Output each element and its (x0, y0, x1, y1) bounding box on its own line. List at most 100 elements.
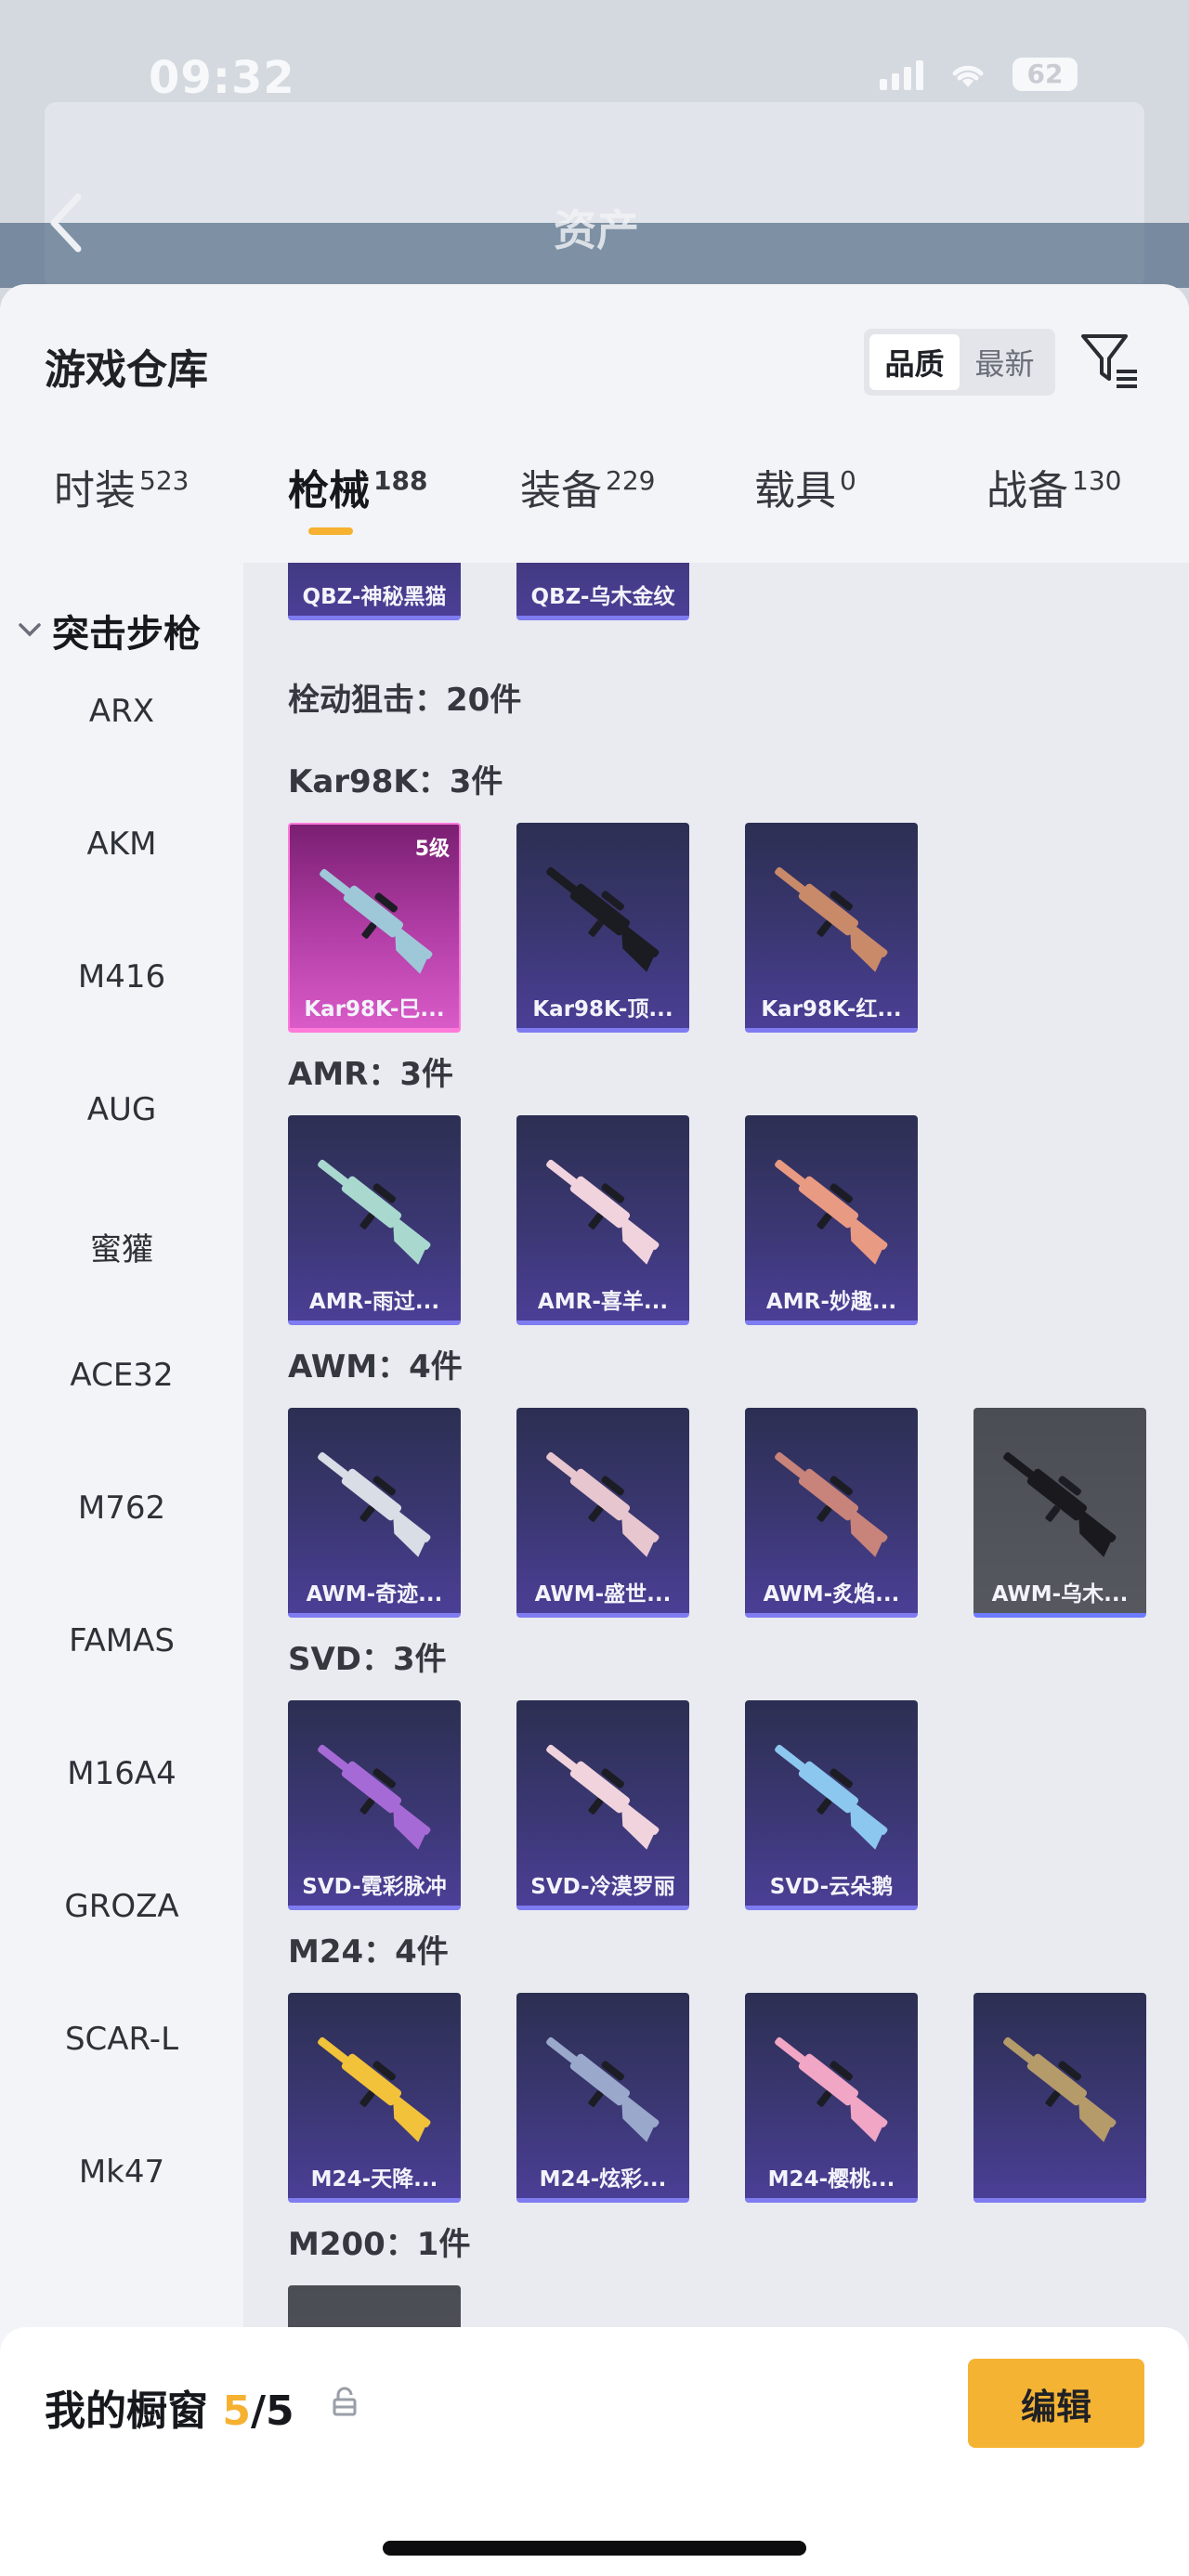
weapon-name: M24-樱桃... (767, 2167, 895, 2192)
sidebar-item[interactable]: M16A4 (0, 1755, 243, 1792)
sidebar-item[interactable]: GROZA (0, 1888, 243, 1925)
back-icon[interactable] (41, 189, 89, 256)
weapon-card[interactable]: Kar98K-顶... (516, 823, 689, 1033)
sort-option-newest[interactable]: 最新 (960, 334, 1050, 390)
rifle-icon (308, 563, 444, 568)
warehouse-sheet: 游戏仓库 品质 最新 时装 523 枪械 188 装备 229 载具 0 战备 130 突… (0, 284, 1189, 2576)
tab-guns[interactable]: 枪械 188 (288, 457, 427, 550)
weapon-card[interactable]: 5级 Kar98K-巳... (288, 823, 461, 1033)
level-badge: 5级 (414, 838, 450, 861)
status-time: 09:32 (149, 52, 295, 104)
rifle-icon (318, 1451, 431, 1557)
showcase-current-count: 5 (222, 2387, 251, 2435)
rifle-icon (775, 866, 888, 972)
screen: 09:32 62 资产 游戏仓库 品质 最新 时装 523 枪械 188 装备 … (0, 0, 1189, 2576)
weapon-card[interactable]: AMR-雨过... (288, 1115, 461, 1325)
status-indicators: 62 (880, 58, 1078, 91)
weapon-name: SVD-云朵鹅 (769, 1875, 894, 1899)
weapon-name: AMR-喜羊... (537, 1290, 669, 1314)
sidebar-item[interactable]: 蜜獾 (0, 1224, 243, 1269)
weapon-card[interactable]: SVD-云朵鹅 (745, 1700, 918, 1910)
weapon-name: AMR-妙趣... (765, 1290, 897, 1314)
tab-equipment[interactable]: 装备 229 (520, 457, 655, 550)
sidebar-item[interactable]: ACE32 (0, 1357, 243, 1394)
tab-supplies[interactable]: 战备 130 (986, 457, 1121, 550)
group-title: AWM：4件 (288, 1348, 463, 1386)
group-title: Kar98K：3件 (288, 763, 503, 800)
tab-fashion[interactable]: 时装 523 (54, 457, 189, 550)
background-title: 资产 (554, 205, 639, 255)
weapon-grid: QBZ-神秘黑猫 QBZ-乌木金纹 栓动狙击：20件 Kar98K：3件 5级 Kar98… (243, 563, 1189, 2576)
weapon-card[interactable]: QBZ-乌木金纹 (516, 563, 689, 620)
tab-count: 229 (606, 465, 656, 497)
sidebar-item[interactable]: ARX (0, 693, 243, 730)
weapon-card[interactable]: AMR-妙趣... (745, 1115, 918, 1325)
filter-icon[interactable] (1078, 331, 1143, 392)
weapon-name: AMR-雨过... (308, 1290, 440, 1314)
rifle-icon (775, 1451, 888, 1557)
chevron-down-icon (19, 623, 41, 637)
showcase-total-count: /5 (250, 2387, 294, 2435)
sidebar-item[interactable]: M416 (0, 958, 243, 995)
category-tabs: 时装 523 枪械 188 装备 229 载具 0 战备 130 (0, 457, 1189, 568)
rifle-icon (318, 2036, 431, 2142)
weapon-name: AWM-炙焰... (763, 1582, 900, 1607)
rifle-icon (318, 1744, 431, 1850)
tab-label: 枪械 (288, 467, 370, 514)
rifle-icon (546, 2036, 660, 2142)
lock-icon (333, 2387, 357, 2416)
tab-label: 时装 (54, 467, 136, 514)
sidebar-heading-label: 突击步枪 (52, 613, 201, 656)
sort-toggle: 品质 最新 (864, 329, 1055, 396)
tab-count: 523 (139, 465, 189, 497)
showcase-title: 我的橱窗 (45, 2387, 208, 2435)
weapon-card[interactable]: M24-炫彩... (516, 1993, 689, 2203)
weapon-card[interactable]: M24-天降... (288, 1993, 461, 2203)
showcase-label: 我的橱窗 5/5 (45, 2377, 294, 2437)
sidebar-item[interactable]: AKM (0, 826, 243, 863)
rifle-icon (546, 1159, 660, 1265)
sort-option-quality[interactable]: 品质 (869, 334, 960, 390)
weapon-name: QBZ-神秘黑猫 (302, 585, 447, 609)
cellular-signal-icon (880, 59, 923, 90)
weapon-card[interactable]: SVD-冷漠罗丽 (516, 1700, 689, 1910)
weapon-card[interactable]: AMR-喜羊... (516, 1115, 689, 1325)
weapon-card[interactable]: AWM-乌木... (973, 1408, 1146, 1618)
wifi-icon (952, 65, 984, 87)
weapon-name: AWM-奇迹... (306, 1582, 443, 1607)
sidebar-item[interactable]: SCAR-L (0, 2021, 243, 2058)
weapon-card[interactable]: AWM-炙焰... (745, 1408, 918, 1618)
weapon-card[interactable]: SVD-霓彩脉冲 (288, 1700, 461, 1910)
sheet-title: 游戏仓库 (45, 346, 208, 394)
group-title: M200：1件 (288, 2226, 471, 2263)
weapon-card[interactable]: AWM-奇迹... (288, 1408, 461, 1618)
sidebar-item[interactable]: AUG (0, 1091, 243, 1128)
weapon-card[interactable]: AWM-盛世... (516, 1408, 689, 1618)
tab-label: 战备 (986, 467, 1068, 514)
weapon-name: AWM-盛世... (534, 1582, 672, 1607)
background-page: 09:32 62 资产 (0, 0, 1189, 306)
weapon-card[interactable] (973, 1993, 1146, 2203)
weapon-name: M24-炫彩... (539, 2167, 667, 2192)
weapon-card[interactable]: M24-樱桃... (745, 1993, 918, 2203)
rifle-icon (537, 563, 673, 568)
weapon-card[interactable]: QBZ-神秘黑猫 (288, 563, 461, 620)
tab-vehicles[interactable]: 载具 0 (754, 457, 856, 550)
group-title: AMR：3件 (288, 1056, 453, 1093)
sidebar-item[interactable]: M762 (0, 1490, 243, 1527)
group-title: M24：4件 (288, 1933, 449, 1971)
rifle-icon (1003, 2036, 1117, 2142)
weapon-name: Kar98K-顶... (532, 997, 673, 1021)
weapon-type-sidebar: 突击步枪 ARX AKM M416 AUG 蜜獾 ACE32 M762 FAMAS M16A4 G… (0, 563, 243, 2576)
edit-button[interactable]: 编辑 (968, 2359, 1144, 2448)
rifle-icon (546, 866, 660, 972)
sidebar-item[interactable]: Mk47 (0, 2153, 243, 2191)
weapon-card[interactable]: Kar98K-红... (745, 823, 918, 1033)
sidebar-heading[interactable]: 突击步枪 (17, 604, 201, 657)
tab-count: 0 (840, 465, 856, 497)
rifle-icon (775, 1159, 888, 1265)
section-title: 栓动狙击：20件 (288, 682, 522, 719)
tab-label: 装备 (520, 467, 602, 514)
sidebar-item[interactable]: FAMAS (0, 1622, 243, 1659)
home-indicator (383, 2541, 806, 2556)
